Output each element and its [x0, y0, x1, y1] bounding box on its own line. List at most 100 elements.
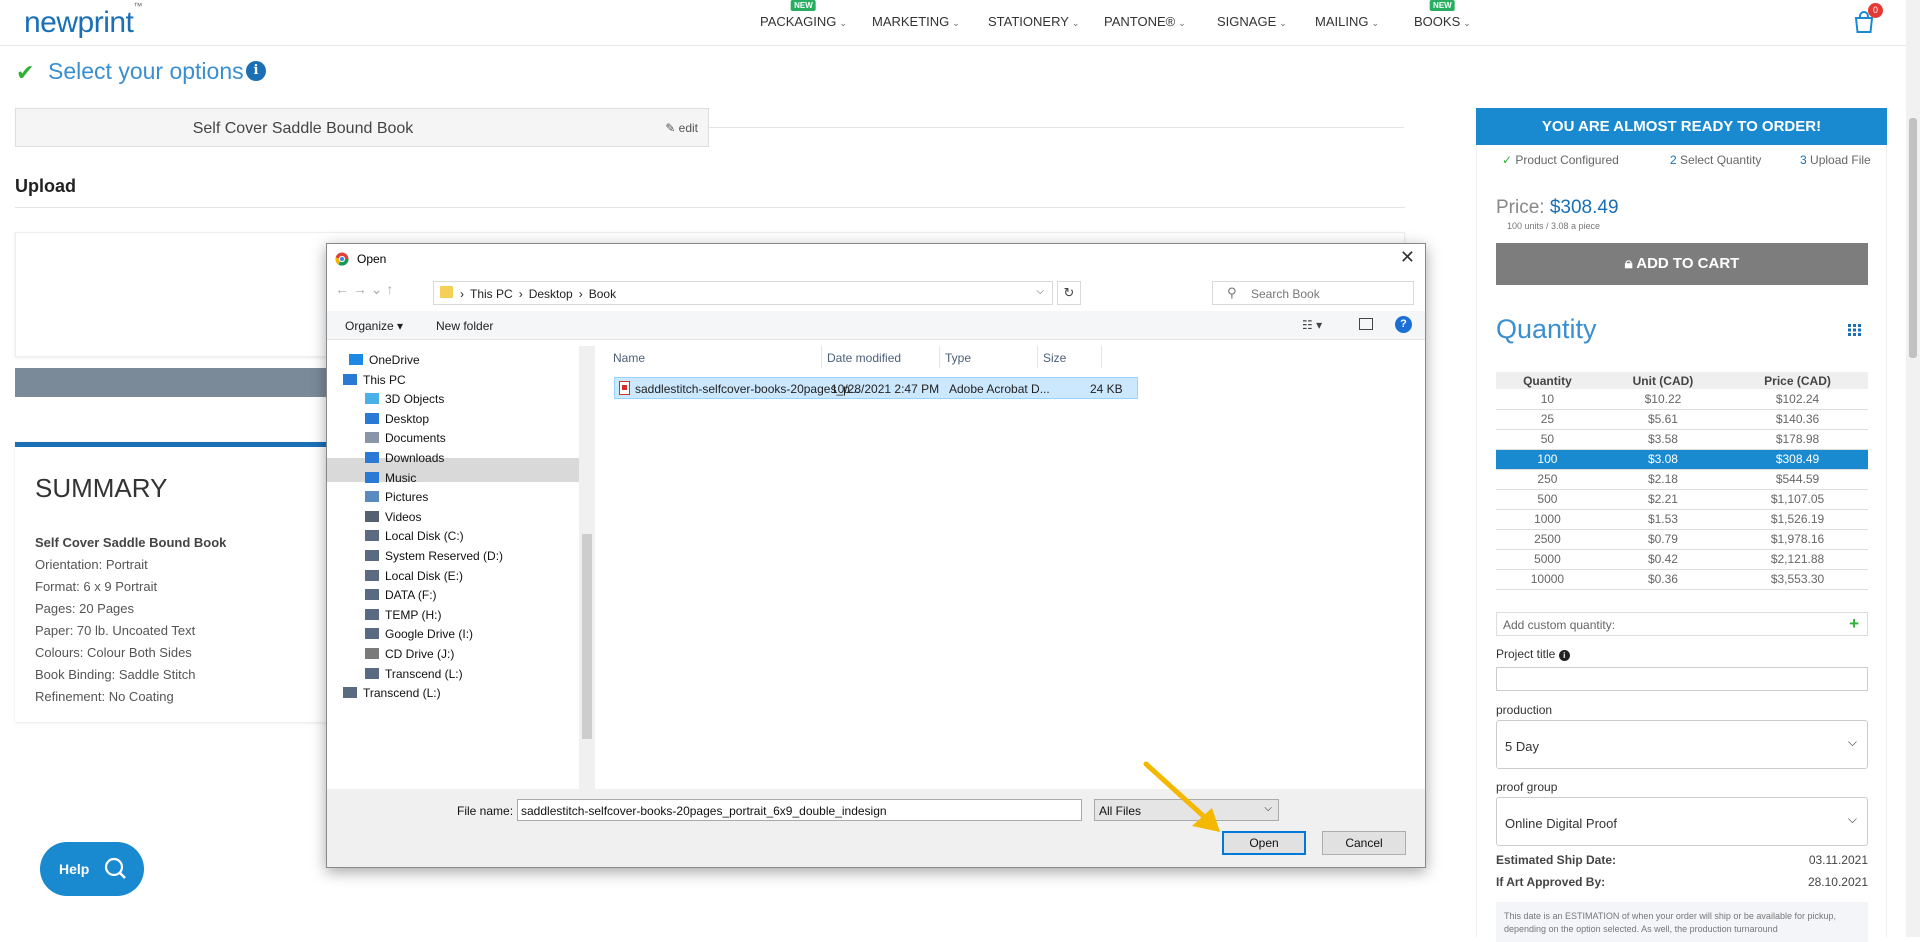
plus-icon[interactable]: +: [1849, 614, 1859, 634]
quantity-row[interactable]: 25 $5.61 $140.36: [1496, 409, 1868, 430]
file-date: 10/28/2021 2:47 PM: [831, 382, 940, 396]
step-number: 2: [1670, 153, 1677, 167]
nav-packaging[interactable]: NEW PACKAGING ⌄: [760, 0, 847, 29]
price-value: $308.49: [1549, 197, 1619, 218]
total-price-cell: $1,107.05: [1727, 489, 1868, 510]
newprint-logo[interactable]: newprint™: [24, 1, 142, 40]
quantity-price-table: Quantity Unit (CAD) Price (CAD) 10 $10.22…: [1496, 372, 1868, 590]
info-icon[interactable]: i: [246, 61, 266, 81]
production-select[interactable]: 5 Day ⌵: [1496, 720, 1868, 769]
quantity-row[interactable]: 500 $2.21 $1,107.05: [1496, 489, 1868, 510]
breadcrumb-item[interactable]: Desktop: [529, 287, 573, 301]
column-header: Quantity: [1496, 372, 1599, 389]
chevron-down-icon[interactable]: ⌵: [1036, 286, 1044, 297]
kv-value: 28.10.2021: [1807, 875, 1868, 889]
quantity-cell: 50: [1496, 429, 1599, 450]
quantity-row[interactable]: 1000 $1.53 $1,526.19: [1496, 509, 1868, 530]
page-scrollbar-thumb[interactable]: [1909, 118, 1917, 358]
chevron-down-icon: ⌄: [1071, 18, 1080, 28]
file-name-label: File name:: [457, 804, 514, 818]
quantity-row[interactable]: 50 $3.58 $178.98: [1496, 429, 1868, 450]
breadcrumb-item[interactable]: Book: [589, 287, 616, 301]
chevron-down-icon: ⌄: [1178, 18, 1186, 28]
close-icon[interactable]: ✕: [1400, 247, 1415, 268]
file-row[interactable]: saddlestitch-selfcover-books-20pages_p..…: [614, 377, 1138, 399]
tree-item-label: Documents: [385, 431, 446, 446]
nav-books[interactable]: NEW BOOKS ⌄: [1414, 0, 1471, 29]
organize-button[interactable]: Organize ▾: [345, 319, 403, 333]
disk-icon: [365, 550, 379, 561]
cancel-button[interactable]: Cancel: [1322, 831, 1406, 855]
open-button[interactable]: Open: [1222, 831, 1306, 855]
videos-icon: [365, 510, 379, 522]
quantity-cell: 10: [1496, 389, 1599, 410]
preview-pane-icon[interactable]: [1359, 318, 1373, 330]
edit-link[interactable]: ✎ edit: [665, 121, 698, 135]
unit-price-cell: $3.08: [1598, 449, 1728, 470]
open-file-dialog: Open ✕ ← → ⌄ ↑ › This PC › Desktop › Book ⌵ ↻…: [326, 243, 1426, 868]
column-separator[interactable]: [939, 346, 940, 368]
navigation-arrows[interactable]: ← → ⌄ ↑: [335, 281, 393, 298]
nav-stationery[interactable]: STATIONERY ⌄: [988, 14, 1079, 29]
quantity-row[interactable]: 100 $3.08 $308.49: [1496, 449, 1868, 470]
help-button[interactable]: Help: [40, 842, 144, 896]
cd-icon: [365, 648, 379, 659]
add-to-cart-button[interactable]: 🔒︎ ADD TO CART: [1496, 243, 1868, 285]
disk-icon: [365, 530, 379, 542]
nav-mailing[interactable]: MAILING ⌄: [1315, 14, 1379, 29]
quantity-row[interactable]: 5000 $0.42 $2,121.88: [1496, 549, 1868, 570]
column-separator[interactable]: [821, 346, 822, 368]
tree-item-label: Local Disk (C:): [385, 529, 464, 544]
tree-item-label: This PC: [363, 372, 406, 387]
unit-price-cell: $2.21: [1598, 489, 1728, 510]
file-list-header: Name Date modified Type Size: [603, 346, 1143, 368]
check-icon: ✓: [1502, 153, 1513, 167]
column-size[interactable]: Size: [1043, 351, 1066, 365]
quantity-row[interactable]: 10 $10.22 $102.24: [1496, 389, 1868, 410]
pdf-file-icon: [619, 381, 630, 395]
file-name-input[interactable]: saddlestitch-selfcover-books-20pages_por…: [517, 799, 1082, 821]
selected-value: Online Digital Proof: [1505, 816, 1617, 831]
custom-quantity-input[interactable]: Add custom quantity: +: [1496, 612, 1868, 636]
unit-price-cell: $0.42: [1598, 549, 1728, 570]
info-icon[interactable]: i: [1558, 650, 1570, 661]
proof-group-select[interactable]: Online Digital Proof ⌵: [1496, 797, 1868, 846]
breadcrumb-item[interactable]: This PC: [470, 287, 513, 301]
quantity-row[interactable]: 2500 $0.79 $1,978.16: [1496, 529, 1868, 550]
quantity-row[interactable]: 10000 $0.36 $3,553.30: [1496, 569, 1868, 590]
refresh-icon[interactable]: ↻: [1057, 281, 1081, 305]
total-price-cell: $178.98: [1727, 429, 1868, 450]
nav-signage[interactable]: SIGNAGE ⌄: [1217, 14, 1287, 29]
nav-pantone[interactable]: PANTONE® ⌄: [1104, 14, 1186, 29]
cart-count-badge: 0: [1868, 3, 1883, 18]
dialog-toolbar: Organize ▾ New folder ☷ ▾ ?: [327, 311, 1425, 340]
address-bar[interactable]: › This PC › Desktop › Book ⌵: [433, 281, 1053, 305]
grid-view-icon[interactable]: [1848, 324, 1862, 336]
tree-item-transcend-l[interactable]: Transcend (L:): [343, 682, 441, 704]
column-header: Unit (CAD): [1598, 372, 1728, 389]
project-title-input[interactable]: [1496, 667, 1868, 691]
search-input[interactable]: ⚲ Search Book: [1212, 281, 1414, 305]
quantity-row[interactable]: 250 $2.18 $544.59: [1496, 469, 1868, 490]
tree-scrollbar-thumb[interactable]: [582, 534, 592, 739]
column-separator[interactable]: [1101, 346, 1102, 368]
column-separator[interactable]: [1037, 346, 1038, 368]
nav-label: PACKAGING: [760, 14, 837, 29]
new-folder-button[interactable]: New folder: [436, 319, 493, 333]
column-date-modified[interactable]: Date modified: [827, 351, 901, 365]
summary-line: Paper: 70 lb. Uncoated Text: [35, 623, 196, 638]
step-number: 3: [1800, 153, 1807, 167]
help-icon[interactable]: ?: [1395, 316, 1412, 333]
summary-line: Format: 6 x 9 Portrait: [35, 579, 158, 594]
step-upload-file: 3 Upload File: [1800, 153, 1871, 167]
column-name[interactable]: Name: [613, 351, 645, 365]
breadcrumb-separator: ›: [460, 287, 464, 301]
quantity-cell: 5000: [1496, 549, 1599, 570]
column-type[interactable]: Type: [945, 351, 971, 365]
summary-line: Pages: 20 Pages: [35, 601, 135, 616]
label-text: Project title: [1496, 647, 1556, 661]
price-label: Price:: [1496, 197, 1545, 218]
chevron-down-icon: ⌄: [952, 18, 960, 28]
view-options-icon[interactable]: ☷ ▾: [1302, 318, 1322, 332]
nav-marketing[interactable]: MARKETING ⌄: [872, 14, 960, 29]
